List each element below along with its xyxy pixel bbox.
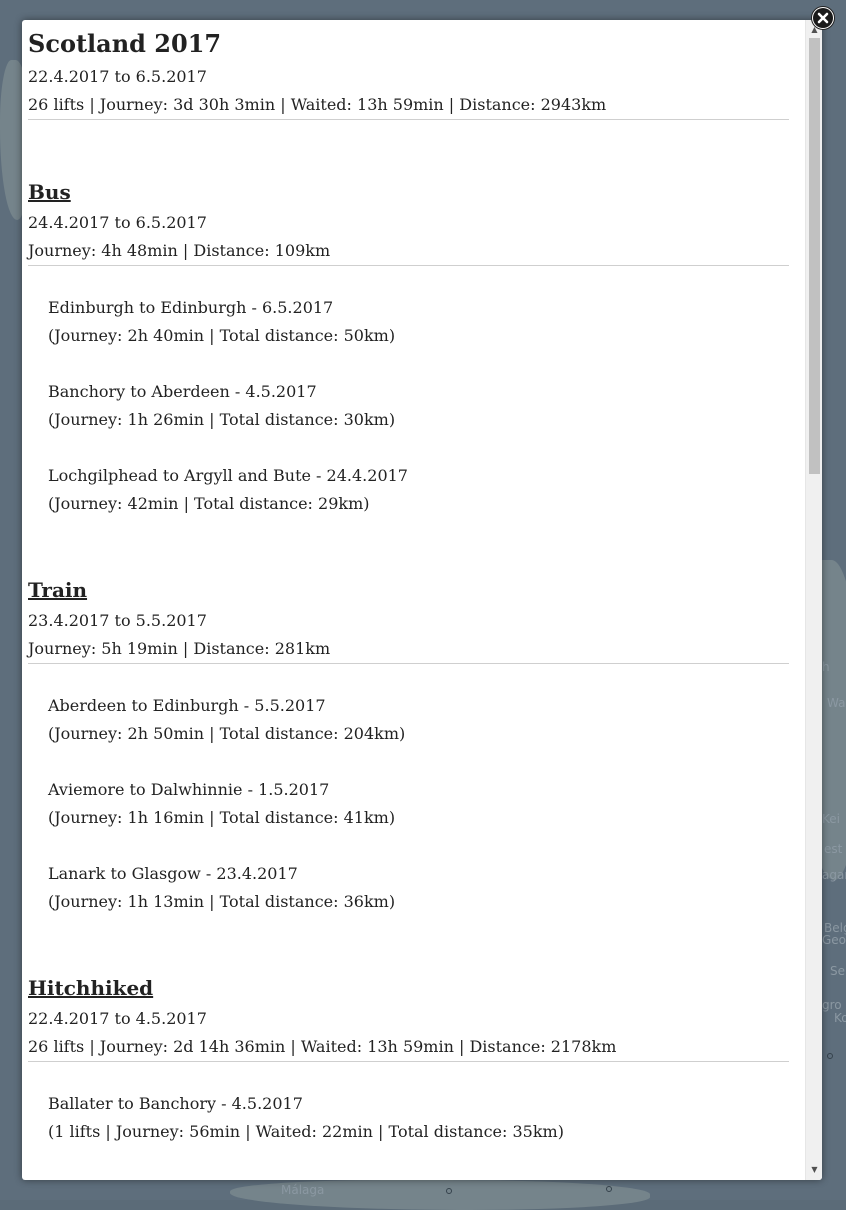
entry-route: Aviemore to Dalwhinnie - 1.5.2017 xyxy=(48,780,330,799)
entry-route: Ballater to Banchory - 4.5.2017 xyxy=(48,1094,303,1113)
vertical-scrollbar[interactable]: ▲ ▼ xyxy=(805,20,822,1180)
list-item: Lanark to Glasgow - 23.4.2017 (Journey: … xyxy=(48,860,395,916)
entry-route: Aberdeen to Edinburgh - 5.5.2017 xyxy=(48,696,326,715)
trip-title: Scotland 2017 xyxy=(28,29,222,58)
list-item: Aviemore to Dalwhinnie - 1.5.2017 (Journ… xyxy=(48,776,395,832)
list-item: Aberdeen to Edinburgh - 5.5.2017 (Journe… xyxy=(48,692,405,748)
chevron-down-icon[interactable]: ▼ xyxy=(806,1162,822,1178)
map-label: Kei xyxy=(822,812,840,826)
list-item: Lochgilphead to Argyll and Bute - 24.4.2… xyxy=(48,462,408,518)
section-summary: Journey: 5h 19min | Distance: 281km xyxy=(28,639,331,658)
map-label: Wa xyxy=(827,696,846,710)
entry-route: Lanark to Glasgow - 23.4.2017 xyxy=(48,864,298,883)
entry-details: (Journey: 2h 40min | Total distance: 50k… xyxy=(48,326,396,345)
map-label: Málaga xyxy=(281,1183,325,1197)
close-button[interactable] xyxy=(811,6,835,30)
section-summary: Journey: 4h 48min | Distance: 109km xyxy=(28,241,331,260)
section-summary: 26 lifts | Journey: 2d 14h 36min | Waite… xyxy=(28,1037,617,1056)
divider xyxy=(28,119,789,120)
section-dates: 24.4.2017 to 6.5.2017 xyxy=(28,213,207,232)
section-dates: 22.4.2017 to 4.5.2017 xyxy=(28,1009,207,1028)
map-label: h xyxy=(822,660,830,674)
entry-route: Lochgilphead to Argyll and Bute - 24.4.2… xyxy=(48,466,408,485)
map-city-marker xyxy=(446,1188,452,1194)
entry-route: Edinburgh to Edinburgh - 6.5.2017 xyxy=(48,298,334,317)
scrollbar-thumb[interactable] xyxy=(809,38,820,474)
divider xyxy=(28,663,789,664)
map-label: Se xyxy=(830,964,845,978)
entry-details: (Journey: 42min | Total distance: 29km) xyxy=(48,494,370,513)
map-label: gro xyxy=(822,998,842,1012)
entry-details: (Journey: 2h 50min | Total distance: 204… xyxy=(48,724,406,743)
entry-route: Banchory to Aberdeen - 4.5.2017 xyxy=(48,382,317,401)
entry-details: (Journey: 1h 16min | Total distance: 41k… xyxy=(48,808,396,827)
entry-details: (Journey: 1h 13min | Total distance: 36k… xyxy=(48,892,396,911)
map-label: Ko xyxy=(834,1011,846,1025)
divider xyxy=(28,265,789,266)
section-title-bus: Bus xyxy=(28,180,71,204)
map-city-marker xyxy=(606,1186,612,1192)
entry-details: (1 lifts | Journey: 56min | Waited: 22mi… xyxy=(48,1122,564,1141)
map-label: agar xyxy=(822,868,846,882)
trip-summary: 26 lifts | Journey: 3d 30h 3min | Waited… xyxy=(28,95,607,114)
section-title-train: Train xyxy=(28,578,88,602)
trip-dates: 22.4.2017 to 6.5.2017 xyxy=(28,67,207,86)
list-item: Banchory to Aberdeen - 4.5.2017 (Journey… xyxy=(48,378,395,434)
divider xyxy=(28,1061,789,1062)
list-item: Ballater to Banchory - 4.5.2017 (1 lifts… xyxy=(48,1090,564,1146)
entry-details: (Journey: 1h 26min | Total distance: 30k… xyxy=(48,410,396,429)
map-city-marker xyxy=(827,1053,833,1059)
close-icon xyxy=(813,8,833,28)
map-label: Georg xyxy=(822,933,846,947)
map-label: est xyxy=(824,842,843,856)
list-item: Edinburgh to Edinburgh - 6.5.2017 (Journ… xyxy=(48,294,395,350)
trip-details-modal: Scotland 2017 22.4.2017 to 6.5.2017 26 l… xyxy=(22,20,822,1180)
section-dates: 23.4.2017 to 5.5.2017 xyxy=(28,611,207,630)
section-title-hitchhiked: Hitchhiked xyxy=(28,976,154,1000)
